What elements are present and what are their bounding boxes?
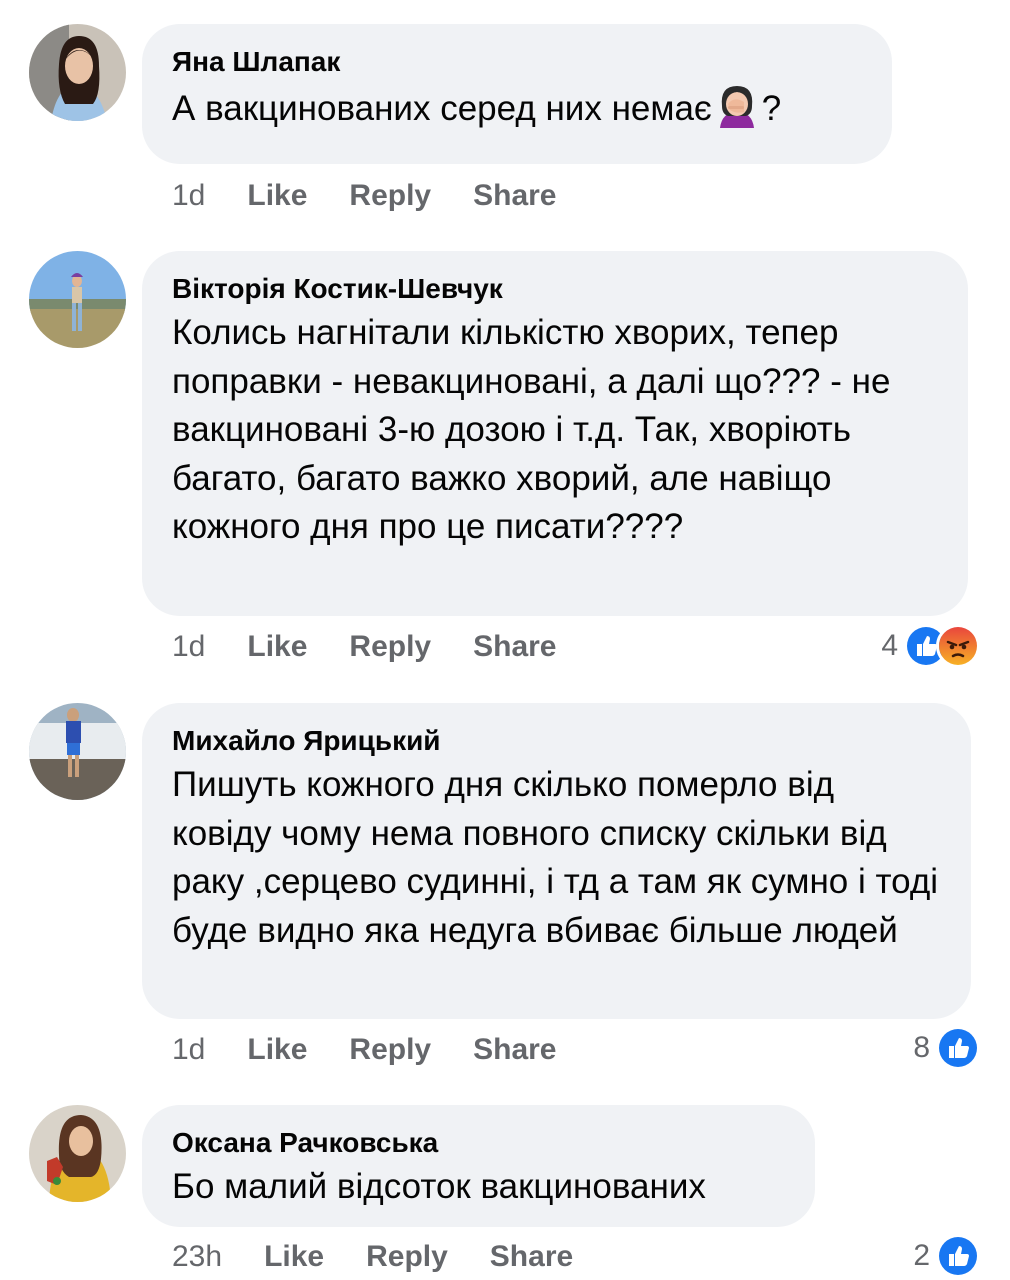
comment-timestamp[interactable]: 1d (172, 1032, 205, 1068)
reaction-summary[interactable]: 4 (881, 624, 980, 668)
comment-actions: 1d Like Reply Share (172, 178, 599, 214)
comment-text: Пишуть кожного дня скілько померло від к… (172, 765, 939, 950)
comment-author[interactable]: Оксана Рачковська (172, 1125, 785, 1161)
reply-button[interactable]: Reply (349, 178, 431, 214)
like-reaction-icon (936, 1026, 980, 1070)
avatar[interactable] (29, 1105, 126, 1202)
angry-reaction-icon (936, 624, 980, 668)
like-reaction-icon (936, 1234, 980, 1278)
comment-actions: 1d Like Reply Share (172, 1032, 599, 1068)
avatar[interactable] (29, 251, 126, 348)
comment-author[interactable]: Яна Шлапак (172, 44, 862, 80)
comment-bubble: Вікторія Костик-Шевчук Колись нагнітали … (142, 251, 968, 616)
share-button[interactable]: Share (473, 178, 556, 214)
reply-button[interactable]: Reply (349, 629, 431, 665)
share-button[interactable]: Share (490, 1239, 573, 1275)
reaction-count: 8 (913, 1031, 930, 1064)
like-button[interactable]: Like (247, 1032, 307, 1068)
like-button[interactable]: Like (247, 178, 307, 214)
comment-text: Бо малий відсоток вакцинованих (172, 1167, 706, 1206)
comment-timestamp[interactable]: 1d (172, 629, 205, 665)
reaction-count: 4 (881, 629, 898, 662)
avatar[interactable] (29, 703, 126, 800)
comment-bubble: Оксана Рачковська Бо малий відсоток вакц… (142, 1105, 815, 1227)
comment-author[interactable]: Вікторія Костик-Шевчук (172, 271, 938, 307)
share-button[interactable]: Share (473, 629, 556, 665)
share-button[interactable]: Share (473, 1032, 556, 1068)
comment-actions: 23h Like Reply Share (172, 1239, 615, 1275)
comment-timestamp[interactable]: 1d (172, 178, 205, 214)
avatar[interactable] (29, 24, 126, 121)
reply-button[interactable]: Reply (366, 1239, 448, 1275)
comment-actions: 1d Like Reply Share (172, 629, 599, 665)
woman-facepalming-icon (714, 82, 760, 128)
comment-text-part: А вакцинованих серед них немає (172, 89, 712, 128)
like-button[interactable]: Like (264, 1239, 324, 1275)
comment-timestamp[interactable]: 23h (172, 1239, 222, 1275)
comment-bubble: Яна Шлапак А вакцинованих серед них нема… (142, 24, 892, 164)
reaction-summary[interactable]: 2 (913, 1234, 980, 1278)
comment-text: Колись нагнітали кількістю хворих, тепер… (172, 313, 891, 546)
comment-text: А вакцинованих серед них немає ? (172, 82, 862, 134)
reaction-summary[interactable]: 8 (913, 1026, 980, 1070)
comment-bubble: Михайло Ярицький Пишуть кожного дня скіл… (142, 703, 971, 1019)
comment-text-part: ? (761, 89, 782, 128)
comment-author[interactable]: Михайло Ярицький (172, 723, 941, 759)
reaction-count: 2 (913, 1239, 930, 1272)
reply-button[interactable]: Reply (349, 1032, 431, 1068)
like-button[interactable]: Like (247, 629, 307, 665)
